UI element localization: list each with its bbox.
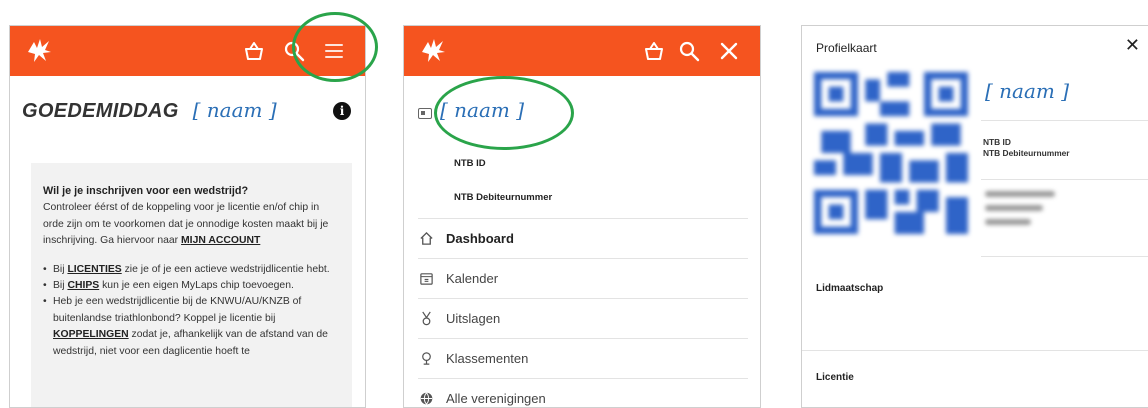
greeting: GOEDEMIDDAG [ naam ]	[22, 98, 277, 123]
my-account-link[interactable]: MIJN ACCOUNT	[181, 235, 260, 246]
medal-icon	[418, 310, 434, 326]
info-icon[interactable]: i	[333, 102, 351, 120]
home-panel: GOEDEMIDDAG [ naam ] i Wil je je inschri…	[9, 25, 366, 408]
nav-item-klassementen[interactable]: Klassementen	[418, 338, 748, 378]
logo-icon[interactable]	[24, 36, 54, 64]
user-name: [ naam ]	[192, 98, 277, 122]
globe-icon	[418, 390, 434, 406]
trophy-icon	[418, 350, 434, 366]
ntb-id-label: NTB ID	[983, 137, 1011, 147]
id-card-icon	[418, 107, 432, 119]
debtor-number-label: NTB Debiteurnummer	[454, 192, 553, 203]
nav-item-alle-verenigingen[interactable]: Alle verenigingen	[418, 378, 748, 407]
nav-item-dashboard[interactable]: Dashboard	[418, 218, 748, 258]
license-section-title: Licentie	[816, 372, 854, 383]
divider	[981, 120, 1148, 121]
membership-section-title: Lidmaatschap	[816, 283, 884, 294]
list-item-text: Heb je een wedstrijdlicentie bij de KNWU…	[53, 296, 302, 324]
ntb-id-label: NTB ID	[454, 158, 486, 169]
top-bar	[404, 26, 760, 76]
divider	[981, 179, 1148, 180]
debtor-number-label: NTB Debiteurnummer	[983, 148, 1070, 158]
highlight-ring-menu	[292, 12, 378, 82]
redacted-address	[985, 191, 1085, 233]
registration-notice: Wil je je inschrijven voor een wedstrijd…	[31, 163, 352, 407]
logo-icon[interactable]	[418, 36, 448, 64]
qr-code-image	[814, 72, 968, 234]
divider	[981, 256, 1148, 257]
greeting-text: GOEDEMIDDAG	[22, 100, 179, 122]
highlight-ring-name	[434, 76, 574, 150]
nav-item-uitslagen[interactable]: Uitslagen	[418, 298, 748, 338]
list-item-text: kun je een eigen MyLaps chip toevoegen.	[99, 280, 294, 292]
list-item-text: zie je of je een actieve wedstrijdlicent…	[121, 263, 330, 275]
list-item-text: Bij	[53, 280, 68, 292]
close-icon[interactable]	[717, 39, 741, 63]
nav-label: Uitslagen	[446, 310, 501, 326]
list-item: Bij CHIPS kun je een eigen MyLaps chip t…	[43, 278, 341, 295]
list-item-text: Bij	[53, 263, 68, 275]
list-item: Bij LICENTIES zie je of je een actieve w…	[43, 262, 341, 279]
list-item: Heb je een wedstrijdlicentie bij de KNWU…	[43, 294, 341, 360]
menu-panel: [ naam ] NTB ID NTB Debiteurnummer Dashb…	[403, 25, 761, 408]
nav-label: Alle verenigingen	[446, 390, 546, 406]
basket-icon[interactable]	[642, 39, 666, 63]
notice-list: Bij LICENTIES zie je of je een actieve w…	[43, 262, 341, 360]
links-link[interactable]: KOPPELINGEN	[53, 329, 129, 340]
chips-link[interactable]: CHIPS	[67, 280, 99, 291]
close-icon[interactable]: ✕	[1125, 36, 1140, 54]
search-icon[interactable]	[677, 39, 701, 63]
nav-label: Kalender	[446, 270, 499, 286]
notice-title: Wil je je inschrijven voor een wedstrijd…	[43, 185, 249, 197]
basket-icon[interactable]	[242, 39, 266, 63]
user-name: [ naam ]	[985, 79, 1070, 103]
notice-body: Controleer éérst of de koppeling voor je…	[43, 200, 341, 249]
home-icon	[418, 230, 434, 246]
profile-card-panel: Profielkaart ✕ [ naam ] NTB ID NTB Debit…	[801, 25, 1148, 408]
nav-label: Klassementen	[446, 350, 529, 366]
profile-card-title: Profielkaart	[816, 41, 877, 55]
member-ids: NTB ID NTB Debiteurnummer	[983, 137, 1070, 159]
licenses-link[interactable]: LICENTIES	[67, 264, 121, 275]
nav-label: Dashboard	[446, 230, 514, 246]
nav-item-kalender[interactable]: Kalender	[418, 258, 748, 298]
calendar-icon	[418, 270, 434, 286]
divider	[802, 350, 1148, 351]
